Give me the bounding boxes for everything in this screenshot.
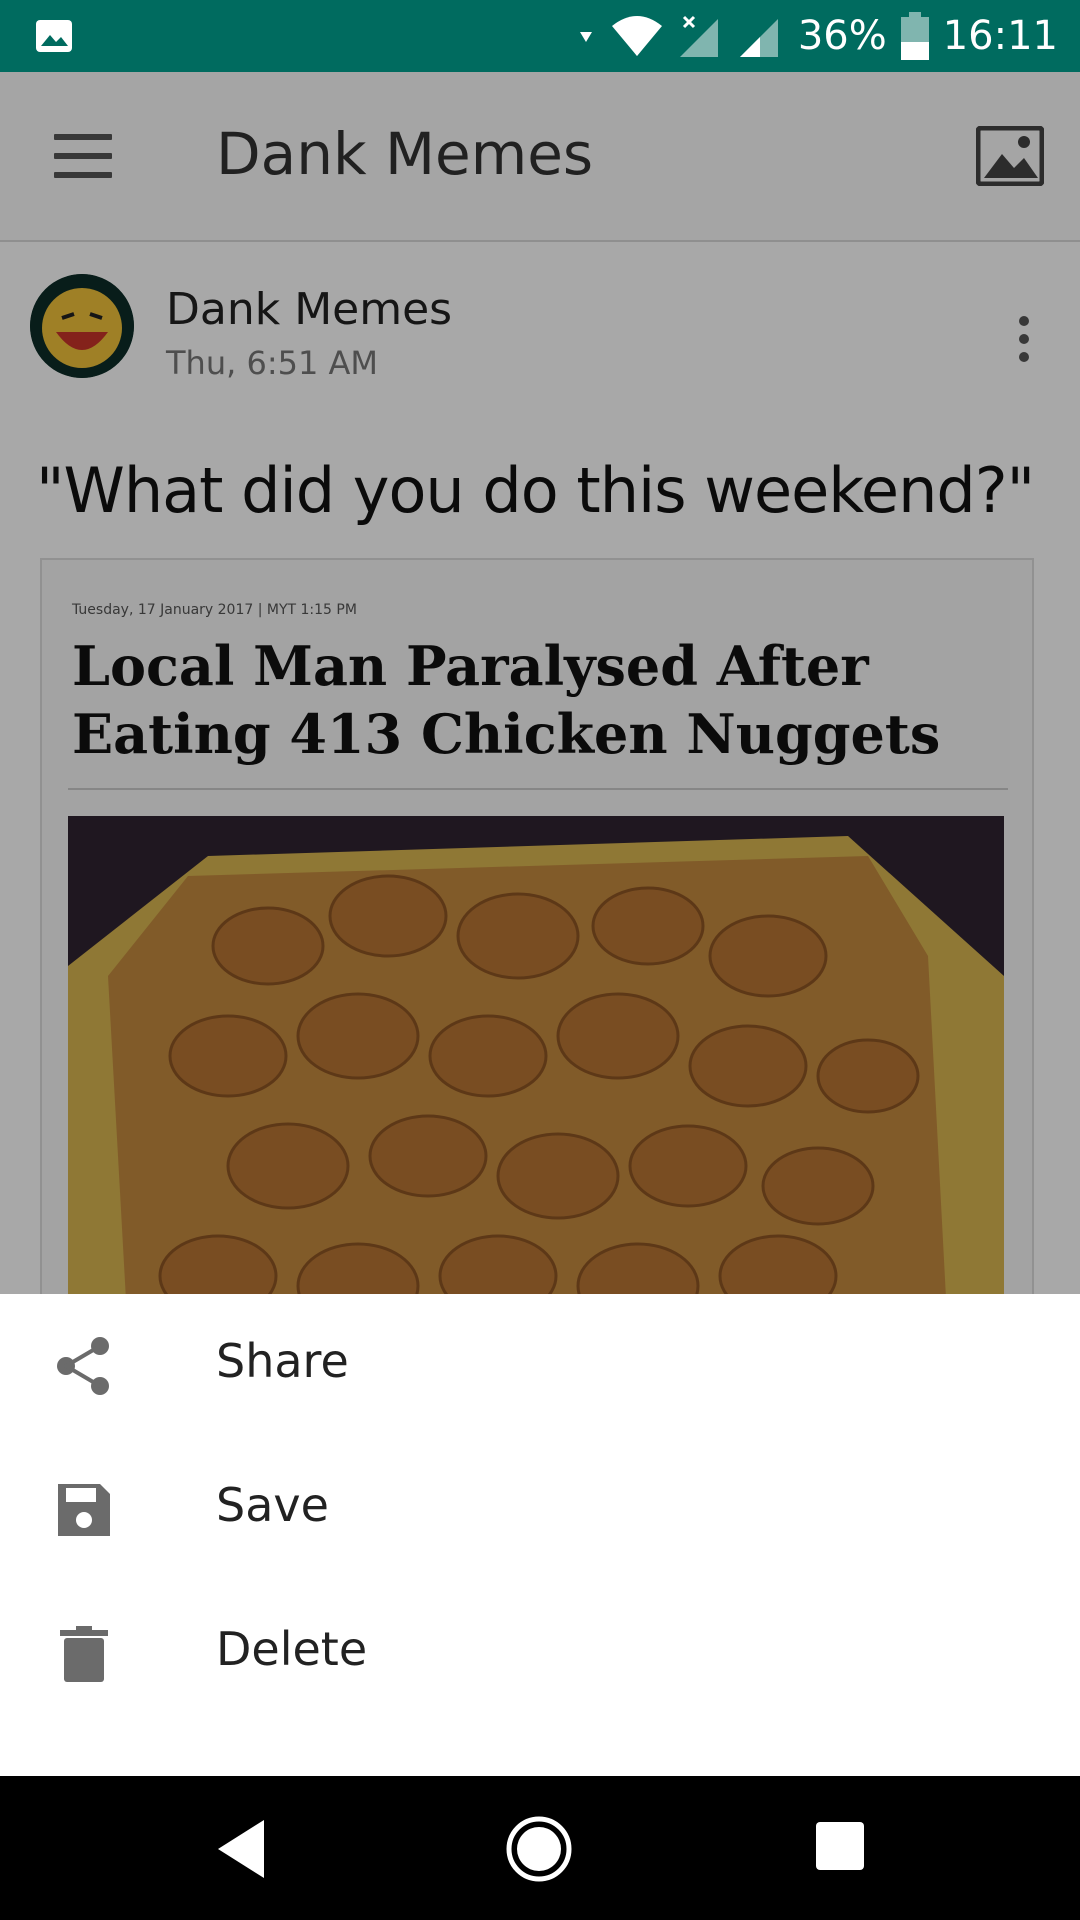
wifi-icon [611, 16, 662, 56]
back-icon[interactable] [210, 1814, 280, 1884]
save-icon [58, 1484, 110, 1536]
navigation-bar [0, 1776, 1080, 1920]
recents-icon[interactable] [816, 1822, 864, 1870]
data-arrow-icon [579, 32, 592, 42]
status-bar: 36% 16:11 [0, 0, 1080, 72]
battery-icon [900, 12, 929, 60]
share-label: Share [216, 1334, 349, 1388]
delete-option[interactable]: Delete [0, 1582, 1080, 1726]
image-notification-icon [36, 20, 72, 52]
signal-icon [739, 19, 778, 57]
share-icon [57, 1337, 109, 1395]
signal-no-service-icon [679, 15, 718, 57]
bottom-sheet: Share Save Delete [0, 1294, 1080, 1776]
share-option[interactable]: Share [0, 1294, 1080, 1438]
save-option[interactable]: Save [0, 1438, 1080, 1582]
delete-label: Delete [216, 1622, 368, 1676]
home-icon[interactable] [504, 1814, 574, 1884]
dim-overlay[interactable] [0, 72, 1080, 1294]
delete-icon [60, 1626, 108, 1682]
battery-percentage: 36% [797, 13, 887, 59]
status-indicators: 36% 16:11 [576, 0, 1058, 72]
save-label: Save [216, 1478, 329, 1532]
clock: 16:11 [942, 13, 1058, 59]
